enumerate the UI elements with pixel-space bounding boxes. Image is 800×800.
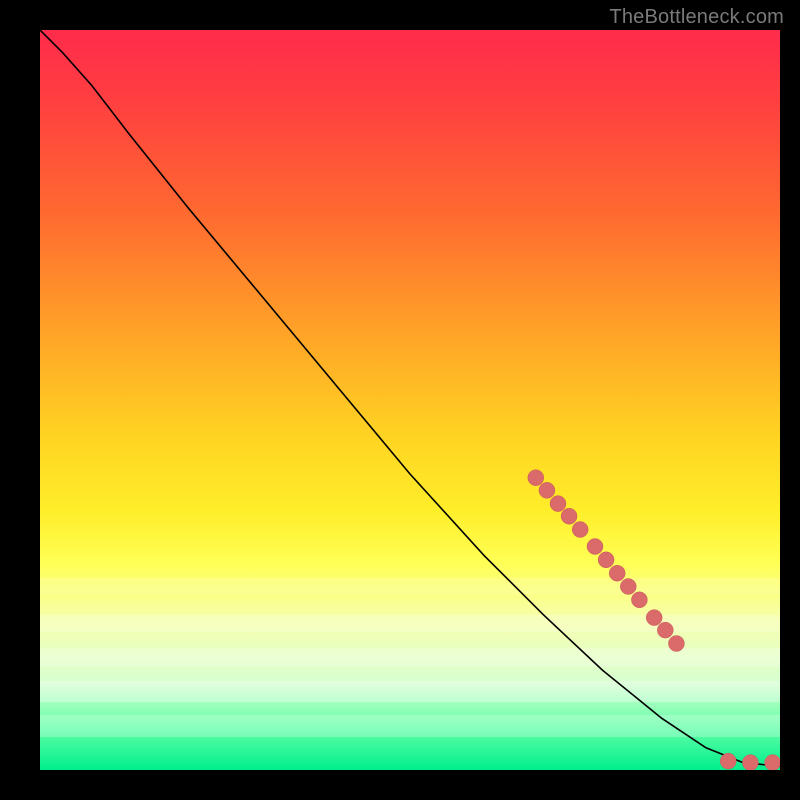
data-marker	[539, 482, 555, 498]
data-marker	[598, 552, 614, 568]
data-marker	[550, 496, 566, 512]
data-marker	[646, 610, 662, 626]
data-marker	[765, 755, 780, 770]
data-marker	[587, 539, 603, 555]
main-curve	[40, 30, 780, 766]
watermark-label: TheBottleneck.com	[609, 6, 784, 29]
data-marker	[742, 755, 758, 770]
plot-area	[40, 30, 780, 770]
data-marker	[657, 622, 673, 638]
data-marker	[609, 565, 625, 581]
data-marker	[528, 470, 544, 486]
data-marker	[720, 753, 736, 769]
data-marker	[668, 636, 684, 652]
data-marker	[561, 508, 577, 524]
chart-overlay	[40, 30, 780, 770]
data-marker	[572, 522, 588, 538]
data-marker	[620, 579, 636, 595]
marker-group	[528, 470, 780, 770]
chart-frame: TheBottleneck.com	[0, 0, 800, 800]
data-marker	[631, 592, 647, 608]
